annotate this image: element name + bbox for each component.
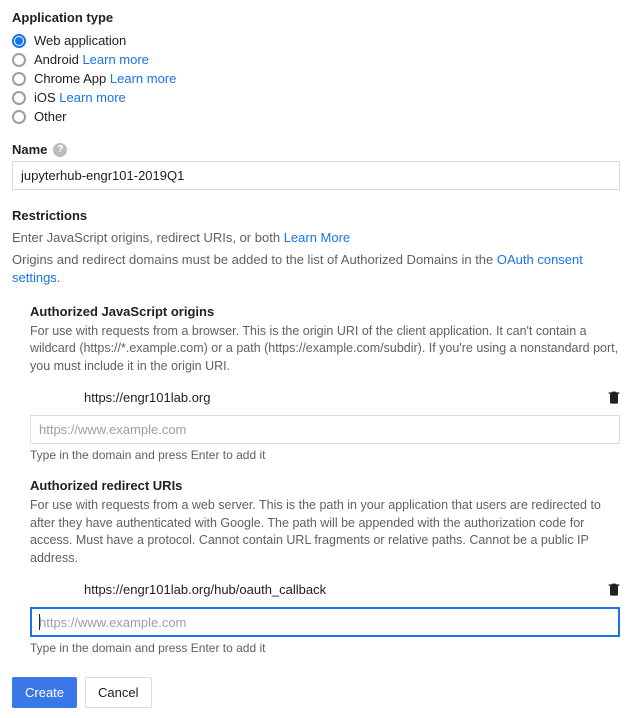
uri-text: https://engr101lab.org: [84, 390, 606, 405]
radio-other[interactable]: Other: [12, 107, 620, 126]
name-input[interactable]: [12, 161, 620, 190]
placeholder-text: https://www.example.com: [39, 615, 186, 630]
radio-label: Android: [34, 52, 79, 67]
radio-icon: [12, 110, 26, 124]
js-origin-input[interactable]: [30, 415, 620, 444]
js-origins-heading: Authorized JavaScript origins: [30, 304, 620, 319]
radio-label: Chrome App: [34, 71, 106, 86]
radio-icon: [12, 91, 26, 105]
redirect-uri-entry: https://engr101lab.org/hub/oauth_callbac…: [30, 581, 620, 597]
radio-icon: [12, 34, 26, 48]
learn-more-link[interactable]: Learn More: [284, 230, 350, 245]
radio-ios[interactable]: iOS Learn more: [12, 88, 620, 107]
create-button[interactable]: Create: [12, 677, 77, 708]
radio-label: iOS: [34, 90, 56, 105]
js-origins-section: Authorized JavaScript origins For use wi…: [30, 304, 620, 463]
radio-android[interactable]: Android Learn more: [12, 50, 620, 69]
radio-label: Web application: [34, 33, 126, 48]
redirect-uris-section: Authorized redirect URIs For use with re…: [30, 478, 620, 655]
radio-chrome-app[interactable]: Chrome App Learn more: [12, 69, 620, 88]
redirect-uris-heading: Authorized redirect URIs: [30, 478, 620, 493]
js-origin-entry: https://engr101lab.org: [30, 389, 620, 405]
trash-icon[interactable]: [606, 581, 620, 597]
cancel-button[interactable]: Cancel: [85, 677, 151, 708]
redirect-uri-input[interactable]: https://www.example.com: [30, 607, 620, 637]
js-origins-desc: For use with requests from a browser. Th…: [30, 323, 620, 376]
radio-icon: [12, 53, 26, 67]
learn-more-link[interactable]: Learn more: [82, 52, 148, 67]
redirect-uri-hint: Type in the domain and press Enter to ad…: [30, 641, 620, 655]
uri-text: https://engr101lab.org/hub/oauth_callbac…: [84, 582, 606, 597]
restrictions-heading: Restrictions: [12, 208, 620, 223]
restrictions-note: Origins and redirect domains must be add…: [12, 251, 620, 287]
name-label: Name: [12, 142, 47, 157]
app-type-radio-group: Web application Android Learn more Chrom…: [12, 31, 620, 126]
js-origin-hint: Type in the domain and press Enter to ad…: [30, 448, 620, 462]
radio-label: Other: [34, 109, 67, 124]
button-row: Create Cancel: [12, 677, 620, 708]
radio-web-application[interactable]: Web application: [12, 31, 620, 50]
restrictions-desc: Enter JavaScript origins, redirect URIs,…: [12, 229, 620, 247]
learn-more-link[interactable]: Learn more: [59, 90, 125, 105]
radio-icon: [12, 72, 26, 86]
redirect-uris-desc: For use with requests from a web server.…: [30, 497, 620, 567]
help-icon[interactable]: ?: [53, 143, 67, 157]
trash-icon[interactable]: [606, 389, 620, 405]
app-type-heading: Application type: [12, 10, 620, 25]
learn-more-link[interactable]: Learn more: [110, 71, 176, 86]
